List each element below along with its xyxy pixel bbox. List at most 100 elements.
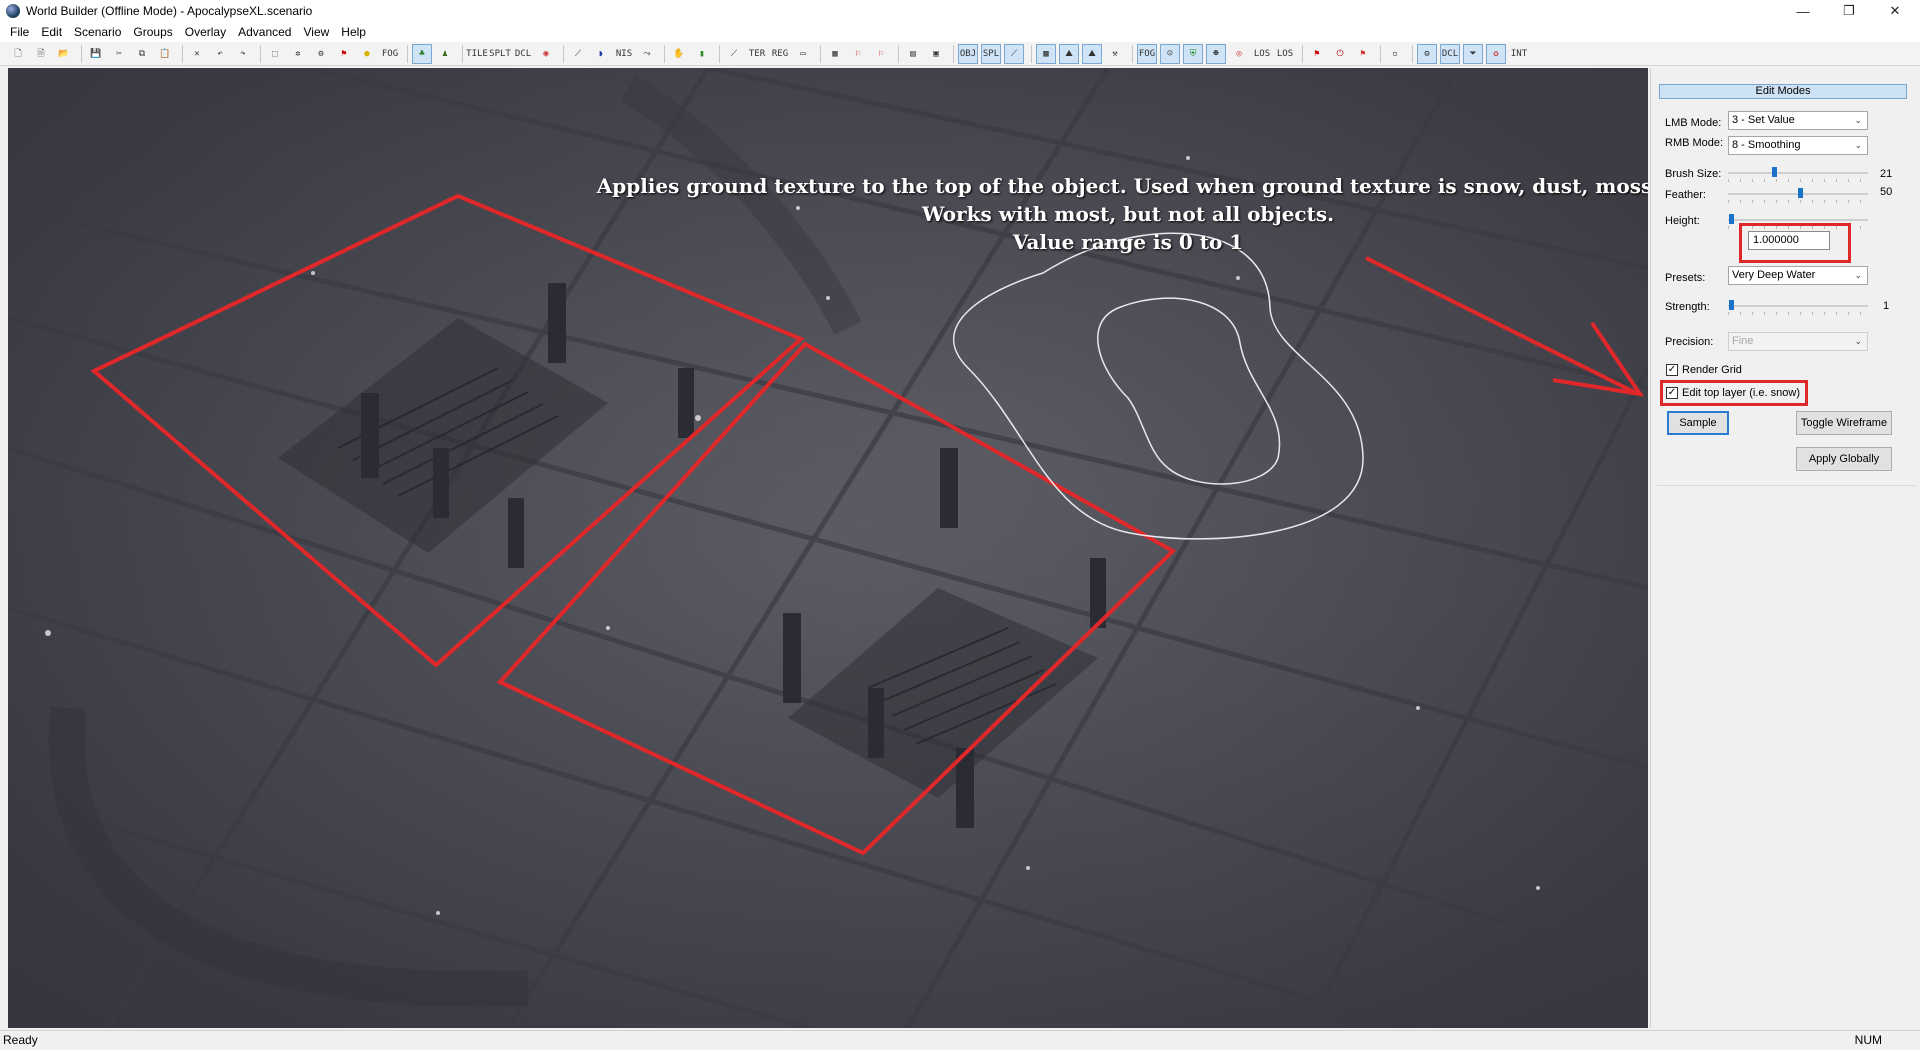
mountain-icon[interactable]: ⛰ [1082, 43, 1102, 64]
obj-icon[interactable]: OBJ [958, 43, 978, 64]
sample-button[interactable]: Sample [1667, 411, 1729, 435]
toolbar-separator [719, 44, 720, 63]
shield-icon[interactable]: ⛨ [1183, 43, 1203, 64]
display-icon[interactable]: ▣ [926, 44, 946, 64]
target-icon[interactable]: ◎ [1229, 44, 1249, 64]
new-file-icon[interactable]: 🗋 [8, 44, 28, 64]
toolbar-separator [407, 44, 408, 63]
cut-icon[interactable]: ✂ [109, 44, 129, 64]
lightbulb-icon[interactable]: ● [357, 44, 377, 64]
color-wheel-icon[interactable]: ◉ [536, 44, 556, 64]
los-icon[interactable]: LOS [1252, 44, 1272, 64]
splat-icon[interactable]: SPLT [489, 44, 511, 64]
menu-scenario[interactable]: Scenario [68, 25, 127, 39]
presets-label: Presets: [1665, 272, 1706, 284]
menu-edit[interactable]: Edit [35, 25, 68, 39]
decal-icon[interactable]: DCL [513, 44, 533, 64]
memory-icon[interactable]: ▤ [903, 44, 923, 64]
menu-overlay[interactable]: Overlay [179, 25, 232, 39]
road-icon[interactable]: ⟋ [568, 44, 588, 64]
render-grid-checkbox[interactable]: ✓ [1666, 364, 1678, 376]
road-toggle-icon[interactable]: ⟋ [1004, 43, 1024, 64]
toolbar-separator [1412, 44, 1413, 63]
paste-icon[interactable]: 📋 [155, 44, 175, 64]
save-icon[interactable]: 💾 [86, 44, 106, 64]
int-icon[interactable]: INT [1509, 44, 1529, 64]
tools-icon[interactable]: ⚒ [1105, 44, 1125, 64]
new-document-icon[interactable]: 🗎 [31, 44, 51, 64]
tree-icon[interactable]: ✲ [288, 44, 308, 64]
chart-icon[interactable]: ▮ [692, 44, 712, 64]
fog-icon[interactable]: FOG [380, 44, 400, 64]
badge-icon[interactable]: ✪ [1486, 43, 1506, 64]
flag-icon[interactable]: ⚑ [334, 44, 354, 64]
camera-icon[interactable]: ▫ [1385, 44, 1405, 64]
presets-select[interactable]: Very Deep Water ⌄ [1728, 266, 1868, 285]
menu-advanced[interactable]: Advanced [232, 25, 297, 39]
brush-size-label: Brush Size: [1665, 168, 1722, 180]
strength-slider[interactable] [1728, 300, 1868, 315]
tile-icon[interactable]: TILE [466, 44, 488, 64]
open-folder-icon[interactable]: 📂 [54, 44, 74, 64]
feather-value: 50 [1880, 186, 1893, 198]
apply-globally-button[interactable]: Apply Globally [1796, 447, 1892, 471]
feather-slider[interactable] [1728, 188, 1868, 203]
edit-top-layer-checkbox[interactable]: ✓ [1666, 387, 1678, 399]
slider-thumb[interactable] [1798, 188, 1803, 198]
redo-icon[interactable]: ↷ [233, 44, 253, 64]
toggle-wireframe-button[interactable]: Toggle Wireframe [1796, 411, 1892, 435]
menu-help[interactable]: Help [335, 25, 372, 39]
water-icon[interactable]: ◗ [591, 44, 611, 64]
marker2-icon[interactable]: ⚐ [871, 44, 891, 64]
marker-icon[interactable]: ⚐ [848, 44, 868, 64]
ter-icon[interactable]: TER [747, 44, 767, 64]
spl-icon[interactable]: SPL [981, 43, 1001, 64]
map-viewport[interactable]: Applies ground texture to the top of the… [8, 68, 1648, 1028]
dcl-toggle-icon[interactable]: DCL [1440, 43, 1460, 64]
checker-icon[interactable]: ▩ [1036, 43, 1056, 64]
terrain-icon[interactable]: ♣ [412, 43, 432, 64]
slider-thumb[interactable] [1729, 300, 1734, 310]
render-grid-label[interactable]: Render Grid [1682, 364, 1742, 376]
menu-groups[interactable]: Groups [127, 25, 178, 39]
toolbar-separator [260, 44, 261, 63]
select-icon[interactable]: ⬚ [265, 44, 285, 64]
edit-top-layer-label[interactable]: Edit top layer (i.e. snow) [1682, 387, 1800, 399]
rmb-mode-select[interactable]: 8 - Smoothing ⌄ [1728, 136, 1868, 155]
copy-icon[interactable]: ⧉ [132, 44, 152, 64]
hand-icon[interactable]: ✋ [669, 44, 689, 64]
nis-icon[interactable]: NIS [614, 44, 634, 64]
gear-icon[interactable]: ⚙ [311, 44, 331, 64]
flag2-icon[interactable]: ⚑ [1307, 44, 1327, 64]
menu-file[interactable]: File [4, 25, 35, 39]
panel-header: Edit Modes [1659, 84, 1907, 99]
minimize-button[interactable]: — [1780, 0, 1826, 22]
frame-icon[interactable]: ▭ [793, 44, 813, 64]
grid-icon[interactable]: ▦ [825, 44, 845, 64]
menu-view[interactable]: View [297, 25, 335, 39]
slider-thumb[interactable] [1772, 167, 1777, 177]
restore-button[interactable]: ❐ [1826, 0, 1872, 22]
line-icon[interactable]: ⟋ [724, 44, 744, 64]
brush-size-slider[interactable] [1728, 167, 1868, 182]
group-icon[interactable]: ☻ [1206, 43, 1226, 64]
height-value-input[interactable]: 1.000000 [1748, 231, 1830, 250]
path-icon[interactable]: ⤳ [637, 44, 657, 64]
close-button[interactable]: ✕ [1872, 0, 1918, 22]
delete-icon[interactable]: ✕ [187, 44, 207, 64]
unit-icon[interactable]: ♟ [435, 44, 455, 64]
fog-toggle-icon[interactable]: FOG [1137, 43, 1157, 64]
people-icon[interactable]: ☺ [1160, 43, 1180, 64]
settings-icon[interactable]: ⚙ [1417, 43, 1437, 64]
lmb-mode-select[interactable]: 3 - Set Value ⌄ [1728, 111, 1868, 130]
reg-icon[interactable]: REG [770, 44, 790, 64]
landscape-icon[interactable]: ⛰ [1059, 43, 1079, 64]
slider-thumb[interactable] [1729, 214, 1734, 224]
lmb-mode-value: 3 - Set Value [1732, 114, 1795, 126]
rec-icon[interactable]: ⚑ [1353, 44, 1373, 64]
power-icon[interactable]: ⏻ [1330, 44, 1350, 64]
undo-icon[interactable]: ↶ [210, 44, 230, 64]
chevron-down-icon: ⌄ [1854, 140, 1862, 150]
funnel-icon[interactable]: ⏷ [1463, 43, 1483, 64]
los2-icon[interactable]: LOS [1275, 44, 1295, 64]
